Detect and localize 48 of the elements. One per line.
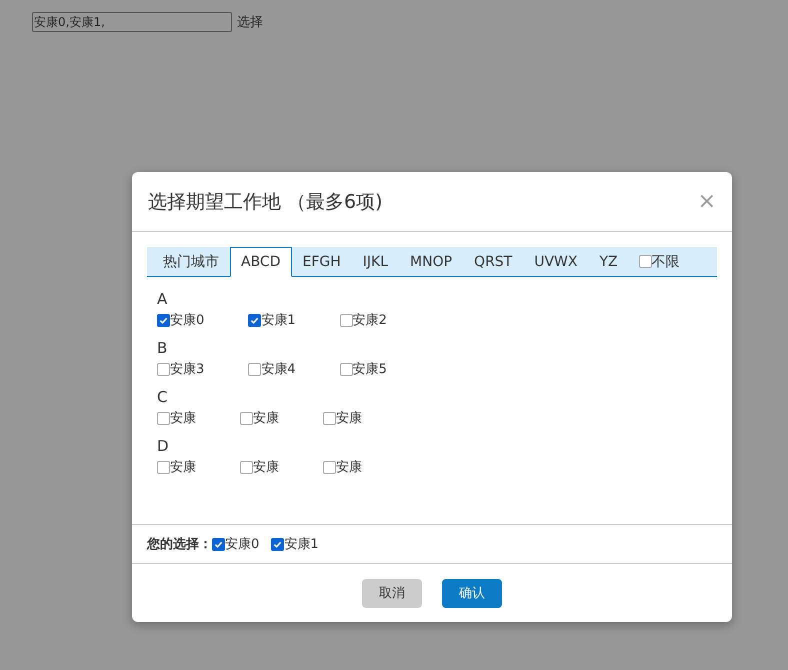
city-label[interactable]: 安康5 [352,360,387,378]
tab[interactable]: UVWX [523,247,588,276]
city-label[interactable]: 安康 [253,409,279,427]
tab[interactable]: ABCD [230,247,292,277]
tab[interactable]: 热门城市 [152,247,230,276]
checked-checkbox[interactable] [212,538,225,550]
checkbox[interactable] [157,460,170,474]
checked-checkbox[interactable] [157,314,170,326]
city-label[interactable]: 安康 [336,409,362,427]
city-label[interactable]: 安康4 [261,360,296,378]
checkbox[interactable] [323,460,336,474]
tab[interactable]: QRST [463,247,524,276]
select-link[interactable]: 选择 [237,13,263,31]
checkbox[interactable] [157,362,170,376]
city-label[interactable]: 安康 [336,458,362,476]
tab[interactable]: IJKL [352,247,400,276]
checkbox[interactable] [340,314,353,326]
tab[interactable]: YZ [588,247,629,276]
group-letter: A [157,290,168,308]
checkbox[interactable] [248,362,262,376]
checkbox-label[interactable]: 不限 [652,252,680,270]
confirm-button[interactable]: 确认 [442,578,502,608]
group-letter: D [157,437,170,455]
checkbox[interactable] [638,255,652,268]
checkbox[interactable] [240,412,253,424]
checkbox[interactable] [240,460,253,474]
city-label[interactable]: 安康0 [170,311,204,329]
selection-label: 您的选择： [147,536,212,553]
city-label[interactable]: 安康 [170,458,196,476]
city-label[interactable]: 安康1 [284,535,319,553]
selection-field[interactable]: 安康0,安康1, [32,12,232,32]
city-label[interactable]: 安康0 [225,535,260,553]
city-label[interactable]: 安康 [253,458,279,476]
city-label[interactable]: 安康2 [352,311,387,329]
tab[interactable]: MNOP [399,247,464,276]
checkbox[interactable] [340,362,353,376]
group-letter: B [157,339,168,357]
city-label[interactable]: 安康1 [261,311,296,329]
tab[interactable]: EFGH [292,247,352,276]
cancel-button[interactable]: 取消 [362,578,422,608]
checkbox[interactable] [323,412,336,424]
city-label[interactable]: 安康 [170,409,196,427]
city-label[interactable]: 安康3 [170,360,204,378]
checked-checkbox[interactable] [271,538,284,550]
dialog-title: 选择期望工作地 （最多6项) [148,190,383,214]
checked-checkbox[interactable] [248,314,262,326]
checkbox[interactable] [157,412,170,424]
group-letter: C [157,388,168,406]
